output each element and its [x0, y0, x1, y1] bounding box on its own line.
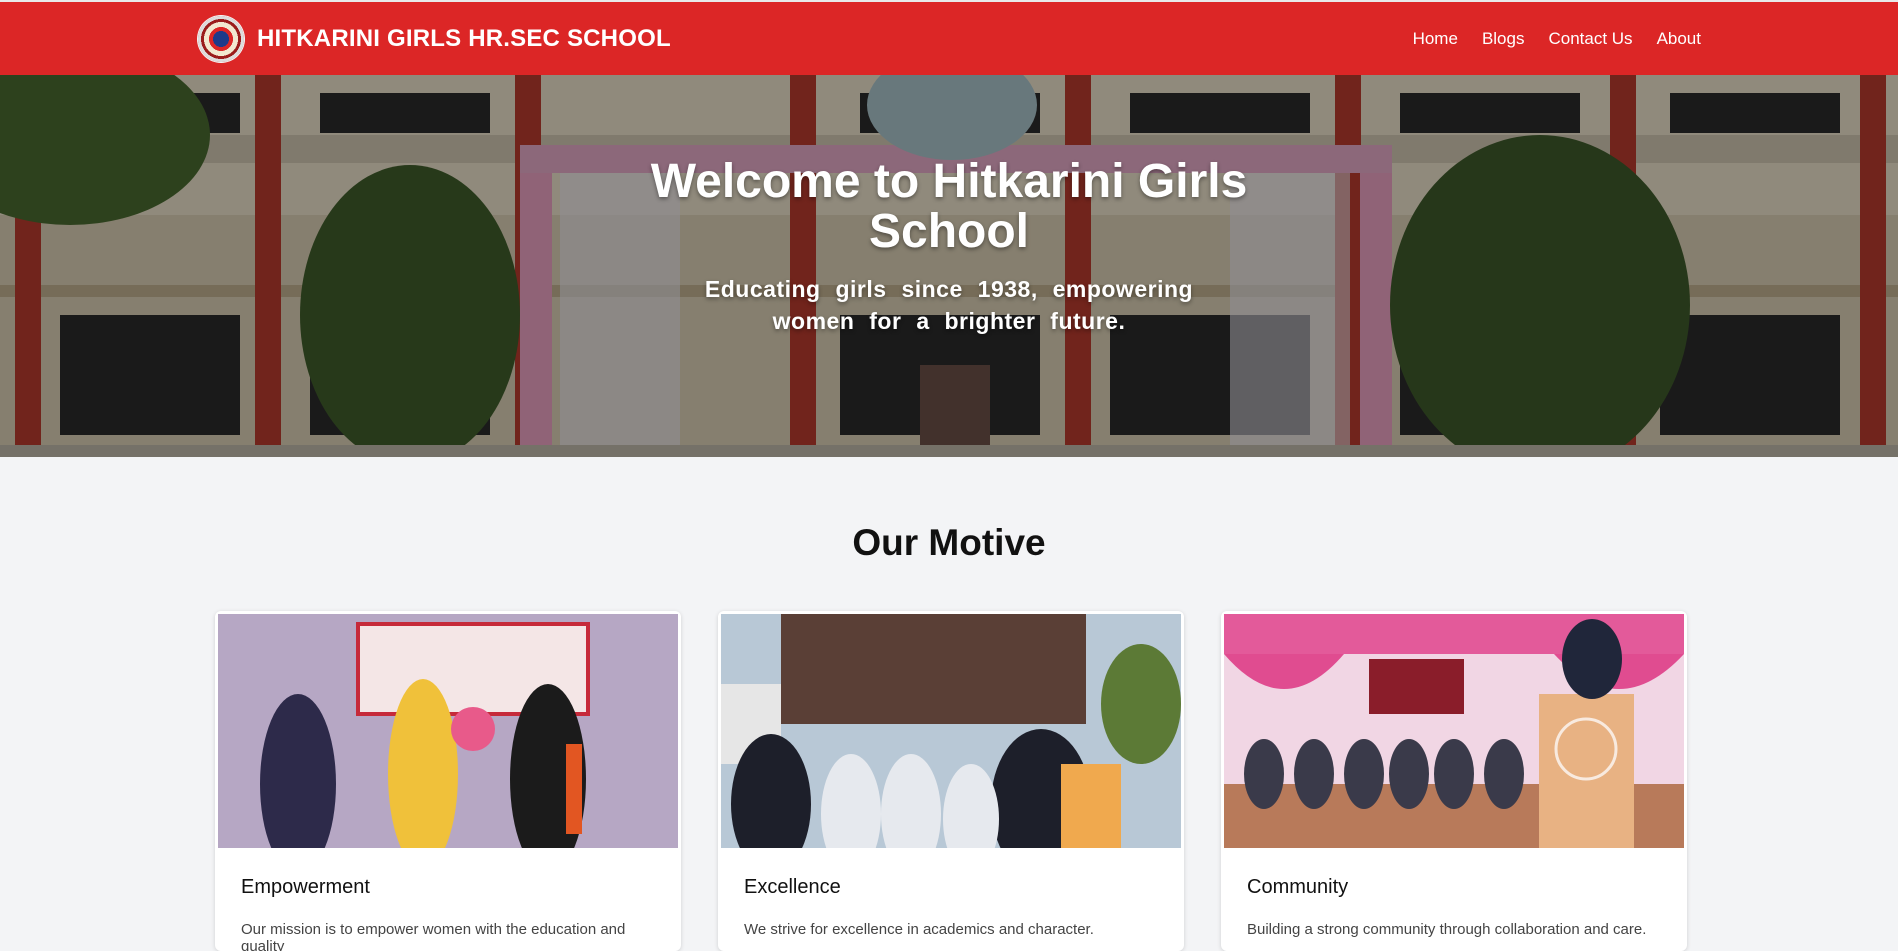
card-empowerment[interactable]: Empowerment Our mission is to empower wo…	[215, 611, 681, 951]
nav-links: Home Blogs Contact Us About	[1413, 29, 1701, 49]
school-logo-icon	[198, 16, 244, 62]
card-image-excellence	[721, 614, 1181, 848]
card-image-community	[1224, 614, 1684, 848]
card-title: Community	[1247, 876, 1349, 898]
card-community[interactable]: Community Building a strong community th…	[1221, 611, 1687, 951]
card-title: Empowerment	[241, 876, 370, 898]
nav-link-blogs[interactable]: Blogs	[1482, 29, 1525, 49]
nav-link-contact-us[interactable]: Contact Us	[1548, 29, 1632, 49]
card-image-empowerment	[218, 614, 678, 848]
hero-subtitle: Educating girls since 1938, empowering w…	[704, 276, 1194, 334]
hero-banner: Welcome to Hitkarini Girls School Educat…	[0, 75, 1898, 457]
card-excellence[interactable]: Excellence We strive for excellence in a…	[718, 611, 1184, 951]
brand-name: HITKARINI GIRLS HR.SEC SCHOOL	[257, 25, 671, 52]
top-navbar: HITKARINI GIRLS HR.SEC SCHOOL Home Blogs…	[0, 0, 1898, 75]
hero-title: Welcome to Hitkarini Girls School	[650, 155, 1248, 258]
card-text: We strive for excellence in academics an…	[744, 921, 1094, 938]
card-text: Our mission is to empower women with the…	[241, 921, 626, 951]
card-text: Building a strong community through coll…	[1247, 921, 1647, 938]
card-title: Excellence	[744, 876, 841, 898]
nav-link-home[interactable]: Home	[1413, 29, 1458, 49]
brand[interactable]: HITKARINI GIRLS HR.SEC SCHOOL	[198, 16, 671, 62]
section-title-our-motive: Our Motive	[852, 522, 1046, 563]
nav-link-about[interactable]: About	[1657, 29, 1701, 49]
hero-text: Welcome to Hitkarini Girls School Educat…	[0, 157, 1898, 337]
motive-cards: Empowerment Our mission is to empower wo…	[215, 611, 1687, 951]
